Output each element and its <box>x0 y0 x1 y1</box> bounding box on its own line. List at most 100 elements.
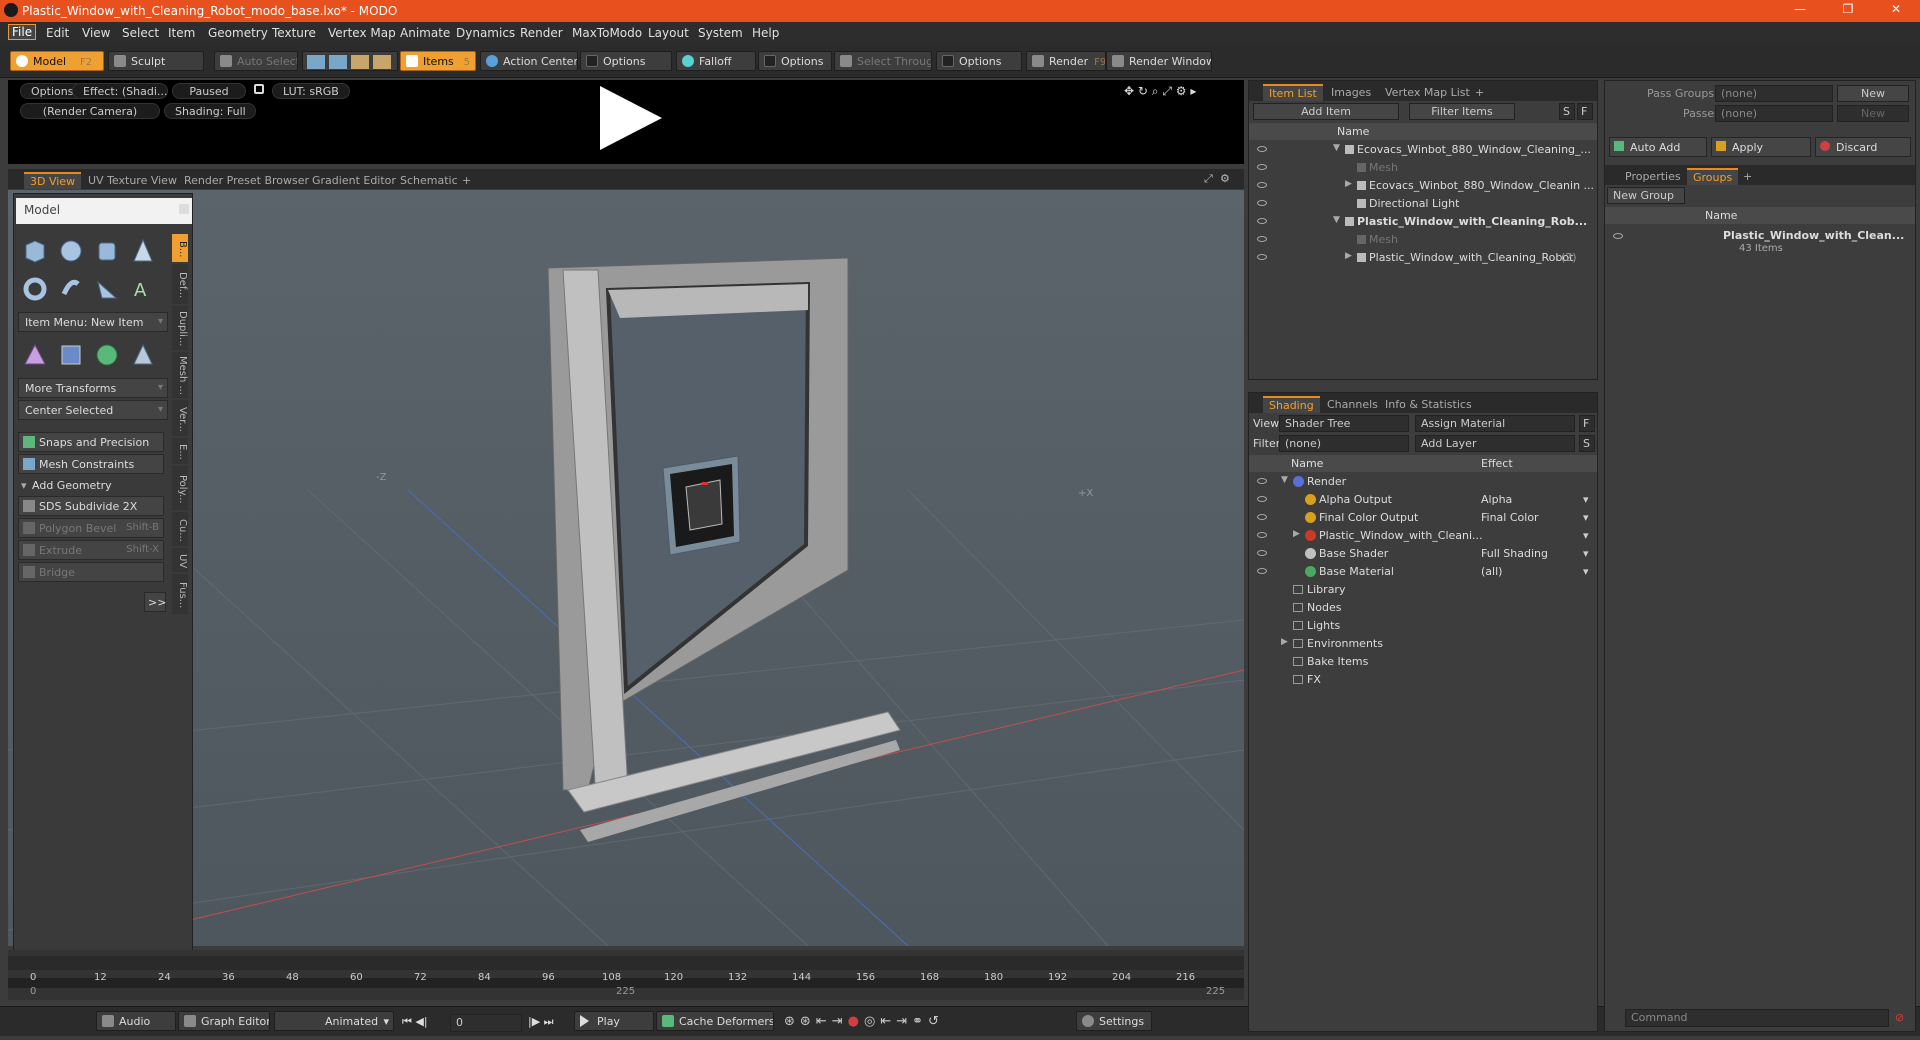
step-back-icon[interactable]: ◀| <box>415 1015 427 1028</box>
side-tab-fusion[interactable]: Fus... <box>172 574 188 614</box>
shader-tree-row[interactable]: Nodes <box>1249 599 1597 617</box>
discard-button[interactable]: Discard <box>1815 137 1911 157</box>
expand-arrow-icon[interactable]: ▼ <box>1333 215 1340 225</box>
menu-maxtomodo[interactable]: MaxToModo <box>572 26 642 40</box>
side-tab-polygon[interactable]: Poly... <box>172 466 188 510</box>
menu-render[interactable]: Render <box>520 26 563 40</box>
item-list-row[interactable]: Directional Light <box>1249 195 1597 213</box>
minimize-button[interactable]: — <box>1780 2 1820 20</box>
shader-tree-row[interactable]: Library <box>1249 581 1597 599</box>
render-window-button[interactable]: Render Window <box>1106 51 1212 71</box>
skip-start-icon[interactable]: ⏮ <box>402 1015 412 1028</box>
gear-icon[interactable]: ⚙ <box>1220 172 1230 185</box>
globe-icon[interactable] <box>92 340 122 370</box>
side-tab-vertex[interactable]: Ver... <box>172 400 188 436</box>
f-toggle-button[interactable]: F <box>1579 415 1595 432</box>
tab-channels[interactable]: Channels <box>1321 396 1384 413</box>
play-icon[interactable] <box>600 86 662 150</box>
record-icon[interactable]: ● <box>848 1014 864 1029</box>
close-panel-icon[interactable] <box>179 204 189 214</box>
tab-shading[interactable]: Shading <box>1263 396 1320 413</box>
select-options-button[interactable]: Options <box>936 51 1022 71</box>
shader-tree-row[interactable]: Base Material (all) ▾ <box>1249 563 1597 581</box>
snaps-precision-button[interactable]: Snaps and Precision <box>18 432 164 452</box>
side-tab-deform[interactable]: Def... <box>172 264 188 304</box>
model-mode-button[interactable]: Model F2 <box>10 51 104 71</box>
menu-dynamics[interactable]: Dynamics <box>456 26 515 40</box>
capsule-icon[interactable] <box>56 274 86 304</box>
menu-geometry[interactable]: Geometry <box>208 26 268 40</box>
eye-icon[interactable] <box>1257 514 1267 520</box>
expand-arrow-icon[interactable]: ▶ <box>1345 179 1352 189</box>
item-list-row[interactable]: Mesh <box>1249 231 1597 249</box>
cylinder-icon[interactable] <box>92 236 122 266</box>
step-forward-icon[interactable]: |▶ <box>528 1015 540 1028</box>
item-list-row[interactable]: ▶ Plastic_Window_with_Cleaning_Robot (2) <box>1249 249 1597 267</box>
eye-icon[interactable] <box>1257 182 1267 188</box>
edges-mode-icon[interactable] <box>329 55 347 69</box>
gear-icon[interactable]: ⚙ <box>1176 84 1187 98</box>
tab-render-preset-browser[interactable]: Render Preset Browser <box>178 172 315 189</box>
key-next-icon[interactable]: ⇥ <box>832 1014 848 1029</box>
link-icon[interactable]: ⚭ <box>912 1014 928 1029</box>
grid-icon[interactable] <box>56 340 86 370</box>
menu-edit[interactable]: Edit <box>46 26 69 40</box>
auto-key-icon[interactable]: ◎ <box>864 1014 880 1029</box>
key-left-icon[interactable]: ⇤ <box>880 1014 896 1029</box>
zoom-icon[interactable]: ⌕ <box>1152 84 1159 98</box>
auto-select-button[interactable]: Auto Select <box>214 51 298 71</box>
effect-value[interactable]: Alpha <box>1481 493 1512 506</box>
eye-icon[interactable] <box>1257 218 1267 224</box>
shader-tree-row[interactable]: ▶ Environments <box>1249 635 1597 653</box>
add-item-dropdown[interactable]: Add Item <box>1253 103 1399 120</box>
expand-icon[interactable]: ⤢ <box>1162 84 1172 98</box>
falloff-button[interactable]: Falloff <box>676 51 756 71</box>
tab-uv-texture-view[interactable]: UV Texture View <box>82 172 183 189</box>
auto-add-button[interactable]: Auto Add <box>1609 137 1707 157</box>
menu-help[interactable]: Help <box>752 26 779 40</box>
shader-tree-row[interactable]: Final Color Output Final Color ▾ <box>1249 509 1597 527</box>
shader-tree-row[interactable]: FX <box>1249 671 1597 689</box>
command-input[interactable]: Command <box>1625 1009 1889 1027</box>
group-row[interactable]: Plastic_Window_with_Clean... 43 Items <box>1605 227 1915 257</box>
item-menu-dropdown[interactable]: Item Menu: New Item ▾ <box>18 312 168 332</box>
transform-gizmo-icon[interactable] <box>20 340 50 370</box>
eye-icon[interactable] <box>1257 550 1267 556</box>
eye-icon[interactable] <box>1257 568 1267 574</box>
eye-icon[interactable] <box>1257 200 1267 206</box>
key-icon[interactable]: ⊛ <box>784 1014 800 1029</box>
text-icon[interactable]: A <box>128 274 158 304</box>
menu-item[interactable]: Item <box>168 26 195 40</box>
shader-tree-row[interactable]: Base Shader Full Shading ▾ <box>1249 545 1597 563</box>
eye-icon[interactable] <box>1257 146 1267 152</box>
tab-info-statistics[interactable]: Info & Statistics <box>1379 396 1478 413</box>
center-selected-dropdown[interactable]: Center Selected ▾ <box>18 400 168 420</box>
viewport-3d[interactable]: -Z +X <box>8 190 1244 946</box>
item-list-row[interactable]: ▼ Ecovacs_Winbot_880_Window_Cleaning_... <box>1249 141 1597 159</box>
polygons-mode-icon[interactable] <box>351 55 369 69</box>
eye-icon[interactable] <box>1613 233 1623 239</box>
tab-gradient-editor[interactable]: Gradient Editor <box>306 172 402 189</box>
polygon-bevel-button[interactable]: Polygon Bevel Shift-B <box>18 518 164 538</box>
select-through-button[interactable]: Select Through <box>834 51 932 71</box>
effect-value[interactable]: Full Shading <box>1481 547 1548 560</box>
more-transforms-dropdown[interactable]: More Transforms ▾ <box>18 378 168 398</box>
settings-button[interactable]: Settings <box>1076 1011 1152 1031</box>
pen-icon[interactable] <box>92 274 122 304</box>
tab-images[interactable]: Images <box>1325 84 1377 101</box>
play-button[interactable]: Play <box>574 1011 654 1031</box>
filter-items-button[interactable]: Filter Items <box>1409 103 1515 120</box>
mesh-constraints-button[interactable]: Mesh Constraints <box>18 454 164 474</box>
stop-icon[interactable]: ⊘ <box>1895 1011 1904 1024</box>
add-tab-button[interactable]: + <box>456 172 477 189</box>
bridge-button[interactable]: Bridge <box>18 562 164 582</box>
menu-system[interactable]: System <box>698 26 743 40</box>
refresh-icon[interactable]: ↻ <box>1138 84 1148 98</box>
eye-icon[interactable] <box>1257 478 1267 484</box>
skip-end-icon[interactable]: ⏭ <box>544 1015 554 1028</box>
expand-arrow-icon[interactable]: ▶ <box>1345 251 1352 261</box>
expand-arrow-icon[interactable]: ▼ <box>1281 475 1288 485</box>
falloff-options-button[interactable]: Options <box>758 51 832 71</box>
item-list-row[interactable]: ▶ Ecovacs_Winbot_880_Window_Cleanin ... <box>1249 177 1597 195</box>
eye-icon[interactable] <box>1257 254 1267 260</box>
